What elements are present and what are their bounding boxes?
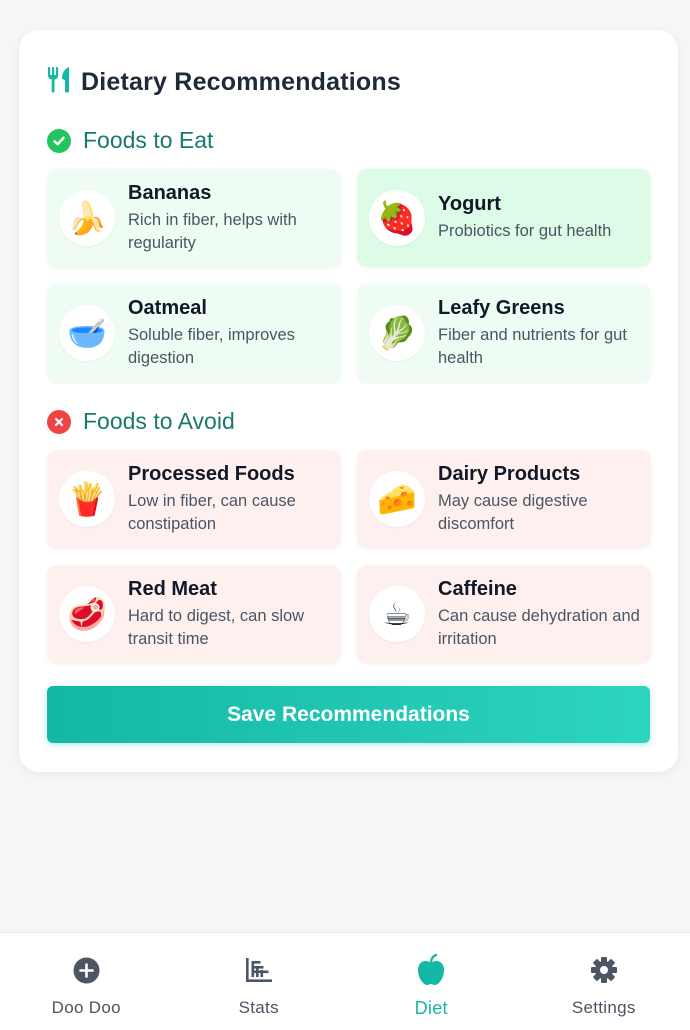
food-name: Dairy Products xyxy=(438,462,581,485)
foods-to-eat-grid: 🍌 Bananas Rich in fiber, helps with regu… xyxy=(47,169,651,382)
tab-doo-doo[interactable]: Doo Doo xyxy=(0,933,173,1030)
card-title: Dietary Recommendations xyxy=(81,67,401,96)
dietary-recommendations-card: Dietary Recommendations Foods to Eat 🍌 B… xyxy=(19,30,678,772)
tab-label: Settings xyxy=(571,998,636,1017)
food-card-yogurt[interactable]: 🍓 Yogurt Probiotics for gut health xyxy=(357,169,651,267)
food-description: Rich in fiber, helps with regularity xyxy=(128,210,297,252)
bottom-tab-bar: Doo Doo Stats Diet Settings xyxy=(0,932,690,1030)
food-name: Oatmeal xyxy=(128,296,207,319)
tab-label: Diet xyxy=(414,998,448,1018)
processed-foods-icon: 🍟 xyxy=(59,471,115,527)
food-description: Fiber and nutrients for gut health xyxy=(438,325,627,367)
food-name: Bananas xyxy=(128,181,212,204)
food-card-oatmeal[interactable]: 🥣 Oatmeal Soluble fiber, improves digest… xyxy=(47,284,341,382)
leafy-greens-icon: 🥬 xyxy=(369,305,425,361)
utensils-icon xyxy=(47,66,71,98)
foods-to-eat-heading: Foods to Eat xyxy=(47,127,213,154)
food-card-bananas[interactable]: 🍌 Bananas Rich in fiber, helps with regu… xyxy=(47,169,341,267)
food-name: Yogurt xyxy=(438,193,501,215)
section-label: Foods to Eat xyxy=(83,127,214,153)
save-recommendations-button[interactable]: Save Recommendations xyxy=(47,686,650,743)
food-description: May cause digestive discomfort xyxy=(438,491,588,533)
dairy-icon: 🧀 xyxy=(369,471,425,527)
card-header: Dietary Recommendations xyxy=(47,66,401,98)
food-card-leafy-greens[interactable]: 🥬 Leafy Greens Fiber and nutrients for g… xyxy=(357,284,651,382)
foods-to-avoid-grid: 🍟 Processed Foods Low in fiber, can caus… xyxy=(47,450,651,663)
food-name: Processed Foods xyxy=(128,462,295,485)
tab-diet[interactable]: Diet xyxy=(345,933,518,1030)
section-label: Foods to Avoid xyxy=(83,408,235,434)
oatmeal-icon: 🥣 xyxy=(59,305,115,361)
foods-to-avoid-heading: Foods to Avoid xyxy=(47,408,235,435)
food-description: Hard to digest, can slow transit time xyxy=(128,606,305,648)
check-circle-icon xyxy=(47,128,71,153)
food-description: Soluble fiber, improves digestion xyxy=(128,325,295,367)
coffee-icon: ☕ xyxy=(369,586,425,642)
gear-icon xyxy=(589,955,619,985)
tab-settings[interactable]: Settings xyxy=(518,933,690,1030)
plus-circle-icon xyxy=(71,955,101,985)
food-card-caffeine[interactable]: ☕ Caffeine Can cause dehydration and irr… xyxy=(357,565,651,663)
food-name: Caffeine xyxy=(438,577,517,600)
red-meat-icon: 🥩 xyxy=(59,586,115,642)
food-card-dairy-products[interactable]: 🧀 Dairy Products May cause digestive dis… xyxy=(357,450,651,548)
tab-label: Stats xyxy=(238,998,279,1017)
food-description: Low in fiber, can cause constipation xyxy=(128,491,296,533)
banana-icon: 🍌 xyxy=(59,190,115,246)
food-card-red-meat[interactable]: 🥩 Red Meat Hard to digest, can slow tran… xyxy=(47,565,341,663)
food-name: Leafy Greens xyxy=(438,296,565,319)
food-card-processed-foods[interactable]: 🍟 Processed Foods Low in fiber, can caus… xyxy=(47,450,341,548)
food-description: Probiotics for gut health xyxy=(438,222,612,240)
x-circle-icon xyxy=(47,409,71,434)
chart-bars-icon xyxy=(244,955,274,985)
tab-stats[interactable]: Stats xyxy=(173,933,346,1030)
food-description: Can cause dehydration and irritation xyxy=(438,606,640,648)
apple-icon xyxy=(416,954,446,985)
food-name: Red Meat xyxy=(128,577,217,600)
yogurt-icon: 🍓 xyxy=(369,190,425,246)
tab-label: Doo Doo xyxy=(51,998,121,1017)
